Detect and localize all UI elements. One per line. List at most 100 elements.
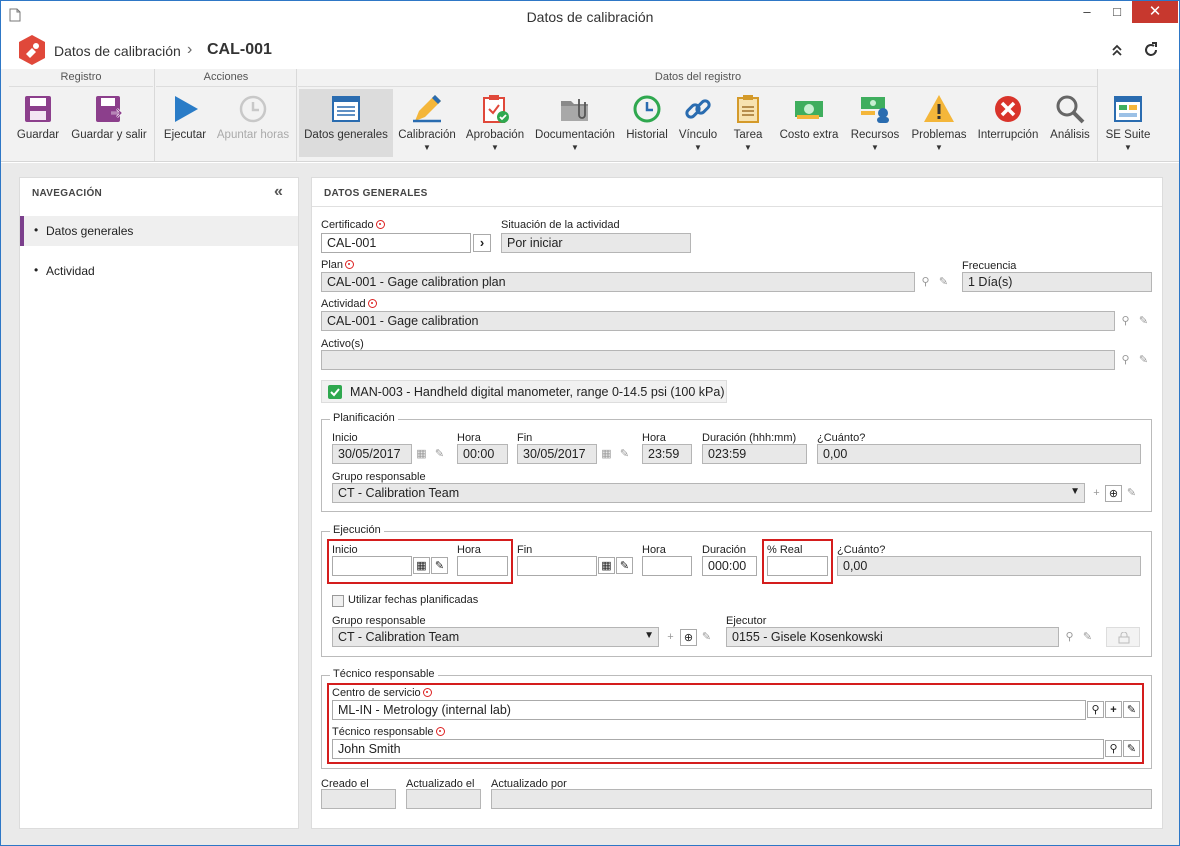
guardar-button[interactable]: Guardar — [11, 89, 65, 157]
clear-brush-icon[interactable]: ✎ — [1079, 629, 1096, 646]
costo-extra-button[interactable]: Costo extra — [775, 89, 843, 157]
problemas-button[interactable]: Problemas ▼ — [909, 89, 969, 157]
dropdown-arrow-icon: ▼ — [644, 630, 654, 641]
situacion-field: Por iniciar — [501, 233, 691, 253]
actividad-field[interactable]: CAL-001 - Gage calibration — [321, 311, 1115, 331]
interrupcion-button[interactable]: Interrupción — [975, 89, 1041, 157]
documentacion-button[interactable]: Documentación ▼ — [533, 89, 617, 157]
plan-cuanto-field: 0,00 — [817, 444, 1141, 464]
tarea-button[interactable]: Tarea ▼ — [727, 89, 769, 157]
breadcrumb-parent[interactable]: Datos de calibración — [54, 43, 181, 59]
asset-chip[interactable]: MAN-003 - Handheld digital manometer, ra… — [321, 380, 727, 403]
plus-icon[interactable]: + — [1088, 485, 1105, 502]
ejec-real-field[interactable] — [767, 556, 828, 576]
plus-icon[interactable]: + — [662, 629, 679, 646]
close-button[interactable]: ✕ — [1132, 1, 1178, 23]
vinculo-button[interactable]: Vínculo ▼ — [675, 89, 721, 157]
plan-hora-fin-label: Hora — [642, 432, 666, 444]
plan-field[interactable]: CAL-001 - Gage calibration plan — [321, 272, 915, 292]
clear-brush-icon[interactable]: ✎ — [698, 629, 715, 646]
binoculars-icon[interactable]: ⊕ — [1105, 485, 1122, 502]
ejec-duracion-field[interactable]: 000:00 — [702, 556, 757, 576]
ejec-hora-inicio-field[interactable] — [457, 556, 508, 576]
plan-inicio-field[interactable]: 30/05/2017 — [332, 444, 412, 464]
plan-hora-fin-field[interactable]: 23:59 — [642, 444, 692, 464]
activos-field[interactable] — [321, 350, 1115, 370]
calendar-icon[interactable]: ▦ — [413, 446, 430, 463]
tecnico-label: Técnico responsable — [332, 726, 445, 738]
tecnico-field[interactable]: John Smith — [332, 739, 1104, 759]
clear-brush-icon[interactable]: ✎ — [1123, 701, 1140, 718]
ejec-real-label: % Real — [767, 544, 803, 556]
clear-brush-icon[interactable]: ✎ — [1135, 313, 1152, 330]
clear-brush-icon[interactable]: ✎ — [431, 446, 448, 463]
clear-brush-icon[interactable]: ✎ — [616, 446, 633, 463]
save-icon — [22, 93, 54, 125]
se-suite-button[interactable]: SE Suite ▼ — [1101, 89, 1155, 157]
plus-icon[interactable]: + — [1105, 701, 1122, 718]
datos-generales-button[interactable]: Datos generales — [299, 89, 393, 157]
centro-label: Centro de servicio — [332, 687, 432, 699]
guardar-y-salir-button[interactable]: Guardar y salir — [67, 89, 151, 157]
certificado-field[interactable]: CAL-001 — [321, 233, 471, 253]
clear-brush-icon[interactable]: ✎ — [1123, 485, 1140, 502]
ejec-fin-field[interactable] — [517, 556, 597, 576]
maximize-button[interactable]: □ — [1101, 1, 1133, 23]
required-icon — [375, 220, 385, 229]
binoculars-icon[interactable]: ⊕ — [680, 629, 697, 646]
chevron-right-icon[interactable]: › — [473, 234, 491, 252]
plan-fin-field[interactable]: 30/05/2017 — [517, 444, 597, 464]
nav-item-datos-generales[interactable]: • Datos generales — [20, 216, 298, 246]
usar-fechas-label: Utilizar fechas planificadas — [348, 594, 479, 606]
search-icon[interactable]: ⚲ — [1117, 313, 1134, 330]
plan-grupo-select[interactable]: CT - Calibration Team ▼ — [332, 483, 1085, 503]
search-icon[interactable]: ⚲ — [1105, 740, 1122, 757]
calendar-icon[interactable]: ▦ — [413, 557, 430, 574]
analisis-button[interactable]: Análisis — [1045, 89, 1095, 157]
lock-button[interactable] — [1106, 627, 1140, 647]
plan-hora-inicio-field[interactable]: 00:00 — [457, 444, 508, 464]
minimize-button[interactable]: ‒ — [1071, 1, 1103, 23]
app-logo-icon — [16, 34, 48, 66]
calendar-icon[interactable]: ▦ — [598, 557, 615, 574]
collapse-up-icon[interactable] — [1111, 43, 1123, 57]
historial-button[interactable]: Historial — [623, 89, 671, 157]
frecuencia-label: Frecuencia — [962, 260, 1017, 272]
collapse-nav-button[interactable]: « — [274, 183, 283, 201]
tecnico-legend: Técnico responsable — [330, 668, 438, 680]
clear-brush-icon[interactable]: ✎ — [616, 557, 633, 574]
refresh-icon[interactable] — [1142, 41, 1160, 59]
search-icon[interactable]: ⚲ — [1061, 629, 1078, 646]
page-header: Datos de calibración › CAL-001 — [1, 31, 1179, 69]
required-icon — [345, 260, 355, 269]
calendar-icon[interactable]: ▦ — [598, 446, 615, 463]
frecuencia-field: 1 Día(s) — [962, 272, 1152, 292]
usar-fechas-checkbox[interactable] — [332, 595, 344, 607]
apuntar-horas-button[interactable]: Apuntar horas — [215, 89, 291, 157]
clear-brush-icon[interactable]: ✎ — [431, 557, 448, 574]
aprobacion-button[interactable]: Aprobación ▼ — [463, 89, 527, 157]
ejec-inicio-field[interactable] — [332, 556, 412, 576]
ejec-duracion-label: Duración — [702, 544, 747, 556]
ribbon-toolbar: Registro Acciones Datos del registro Gua… — [1, 69, 1179, 162]
plan-label: Plan — [321, 259, 355, 271]
ejecutar-button[interactable]: Ejecutar — [159, 89, 211, 157]
clear-brush-icon[interactable]: ✎ — [1123, 740, 1140, 757]
group-datos-registro: Datos del registro — [298, 71, 1098, 87]
navigation-title: NAVEGACIÓN — [32, 188, 103, 199]
planificacion-legend: Planificación — [330, 412, 398, 424]
clear-brush-icon[interactable]: ✎ — [935, 274, 952, 291]
recursos-button[interactable]: Recursos ▼ — [847, 89, 903, 157]
save-exit-icon — [93, 93, 125, 125]
ejec-grupo-select[interactable]: CT - Calibration Team ▼ — [332, 627, 659, 647]
ejecutor-field[interactable]: 0155 - Gisele Kosenkowski — [726, 627, 1059, 647]
calibracion-button[interactable]: Calibración ▼ — [397, 89, 457, 157]
nav-item-actividad[interactable]: • Actividad — [20, 256, 298, 286]
ejec-hora-fin-field[interactable] — [642, 556, 692, 576]
search-icon[interactable]: ⚲ — [1117, 352, 1134, 369]
clear-brush-icon[interactable]: ✎ — [1135, 352, 1152, 369]
search-icon[interactable]: ⚲ — [1087, 701, 1104, 718]
centro-field[interactable]: ML-IN - Metrology (internal lab) — [332, 700, 1086, 720]
search-icon[interactable]: ⚲ — [917, 274, 934, 291]
money-icon — [793, 93, 825, 125]
